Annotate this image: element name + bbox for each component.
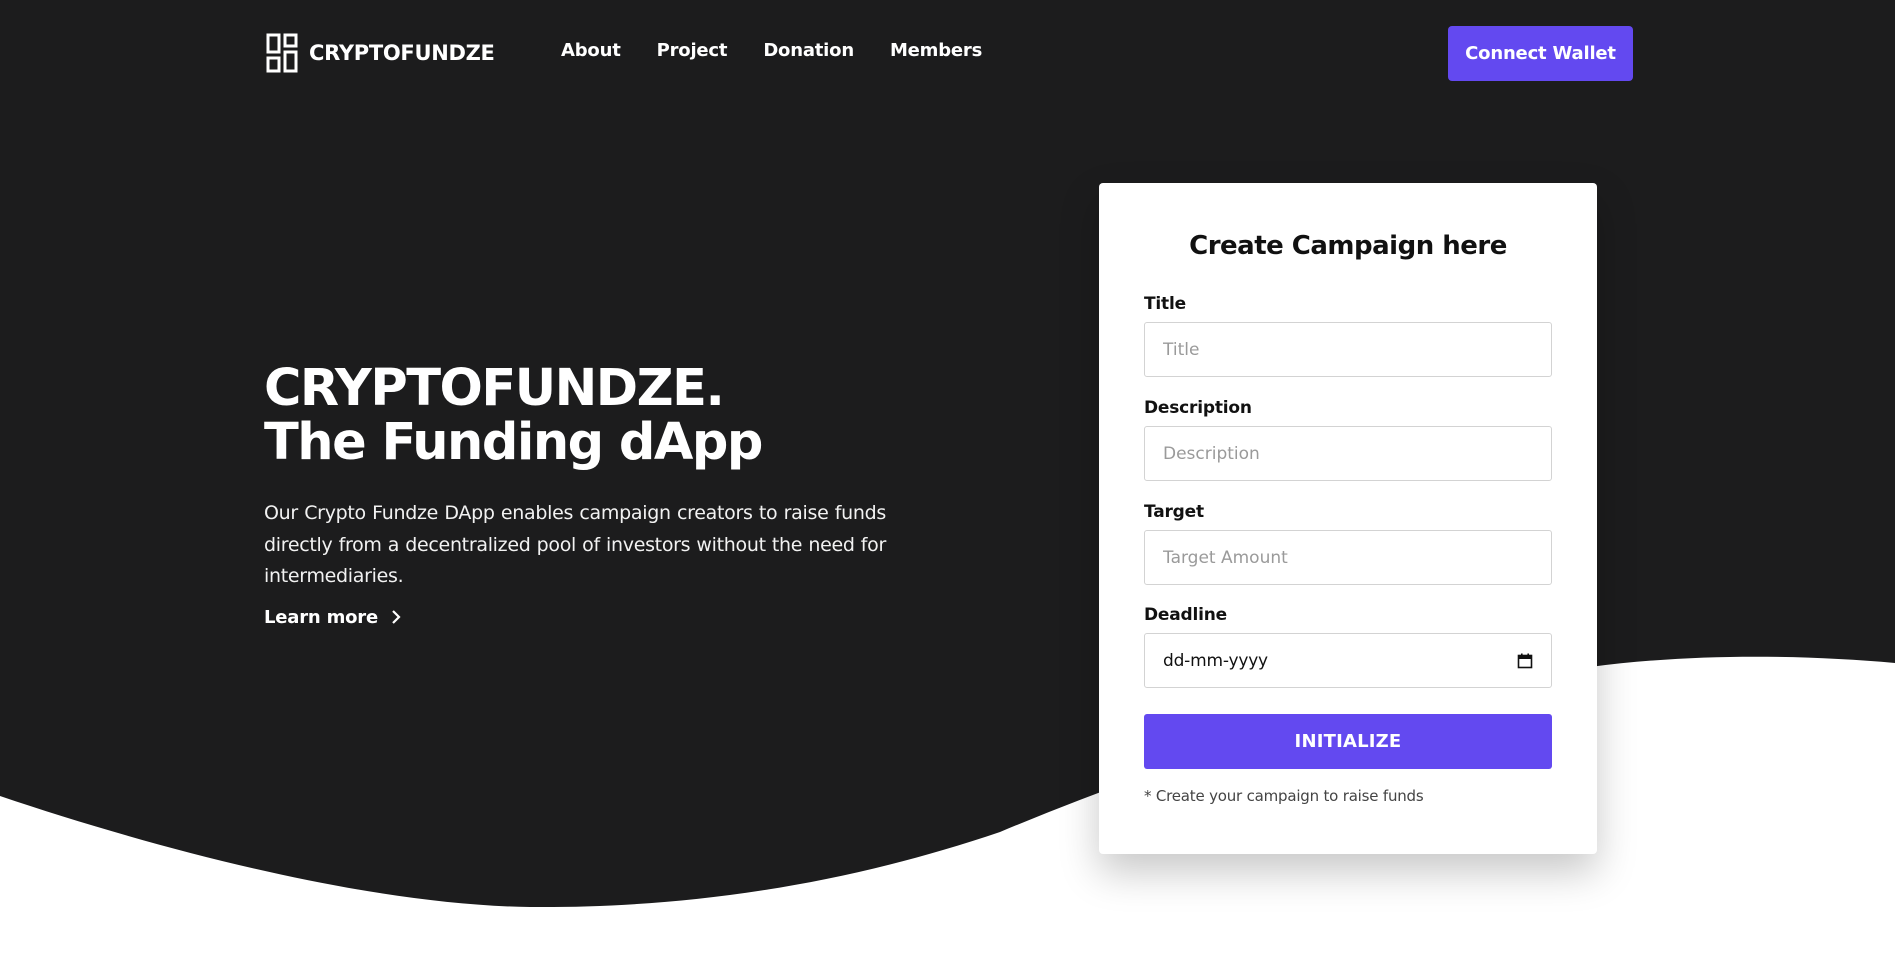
hero-description: Our Crypto Fundze DApp enables campaign … bbox=[264, 502, 886, 587]
grid-logo-icon bbox=[266, 33, 298, 73]
hero-title: CRYPTOFUNDZE. The Funding dApp bbox=[264, 362, 886, 470]
deadline-date-input[interactable]: dd-mm-yyyy bbox=[1144, 633, 1552, 688]
learn-more-link[interactable]: Learn more bbox=[264, 607, 402, 628]
target-amount-input[interactable] bbox=[1144, 530, 1552, 585]
create-campaign-card: Create Campaign here Title Description T… bbox=[1099, 183, 1597, 854]
learn-more-label: Learn more bbox=[264, 606, 378, 628]
card-title: Create Campaign here bbox=[1189, 231, 1507, 261]
nav-link-donation[interactable]: Donation bbox=[763, 40, 854, 61]
chevron-right-icon bbox=[392, 610, 401, 624]
brand[interactable]: CRYPTOFUNDZE bbox=[266, 33, 495, 73]
hero-section: CRYPTOFUNDZE. The Funding dApp Our Crypt… bbox=[264, 362, 886, 628]
nav-link-members[interactable]: Members bbox=[890, 40, 982, 61]
main-nav: About Project Donation Members bbox=[561, 40, 1018, 61]
page: CRYPTOFUNDZE About Project Donation Memb… bbox=[0, 0, 1895, 957]
title-input[interactable] bbox=[1144, 322, 1552, 377]
form-hint: * Create your campaign to raise funds bbox=[1144, 787, 1424, 805]
title-label: Title bbox=[1144, 294, 1186, 314]
hero-title-line-1: CRYPTOFUNDZE. bbox=[264, 359, 725, 418]
deadline-label: Deadline bbox=[1144, 605, 1227, 625]
calendar-icon[interactable] bbox=[1517, 653, 1533, 669]
top-header: CRYPTOFUNDZE About Project Donation Memb… bbox=[0, 0, 1895, 106]
deadline-date-value: dd-mm-yyyy bbox=[1163, 650, 1268, 671]
description-label: Description bbox=[1144, 398, 1252, 418]
nav-link-project[interactable]: Project bbox=[657, 40, 728, 61]
hero-title-line-2: The Funding dApp bbox=[264, 413, 763, 472]
brand-name: CRYPTOFUNDZE bbox=[309, 41, 495, 65]
description-input[interactable] bbox=[1144, 426, 1552, 481]
target-label: Target bbox=[1144, 502, 1204, 522]
initialize-button[interactable]: INITIALIZE bbox=[1144, 714, 1552, 769]
nav-link-about[interactable]: About bbox=[561, 40, 621, 61]
connect-wallet-button[interactable]: Connect Wallet bbox=[1448, 26, 1633, 81]
